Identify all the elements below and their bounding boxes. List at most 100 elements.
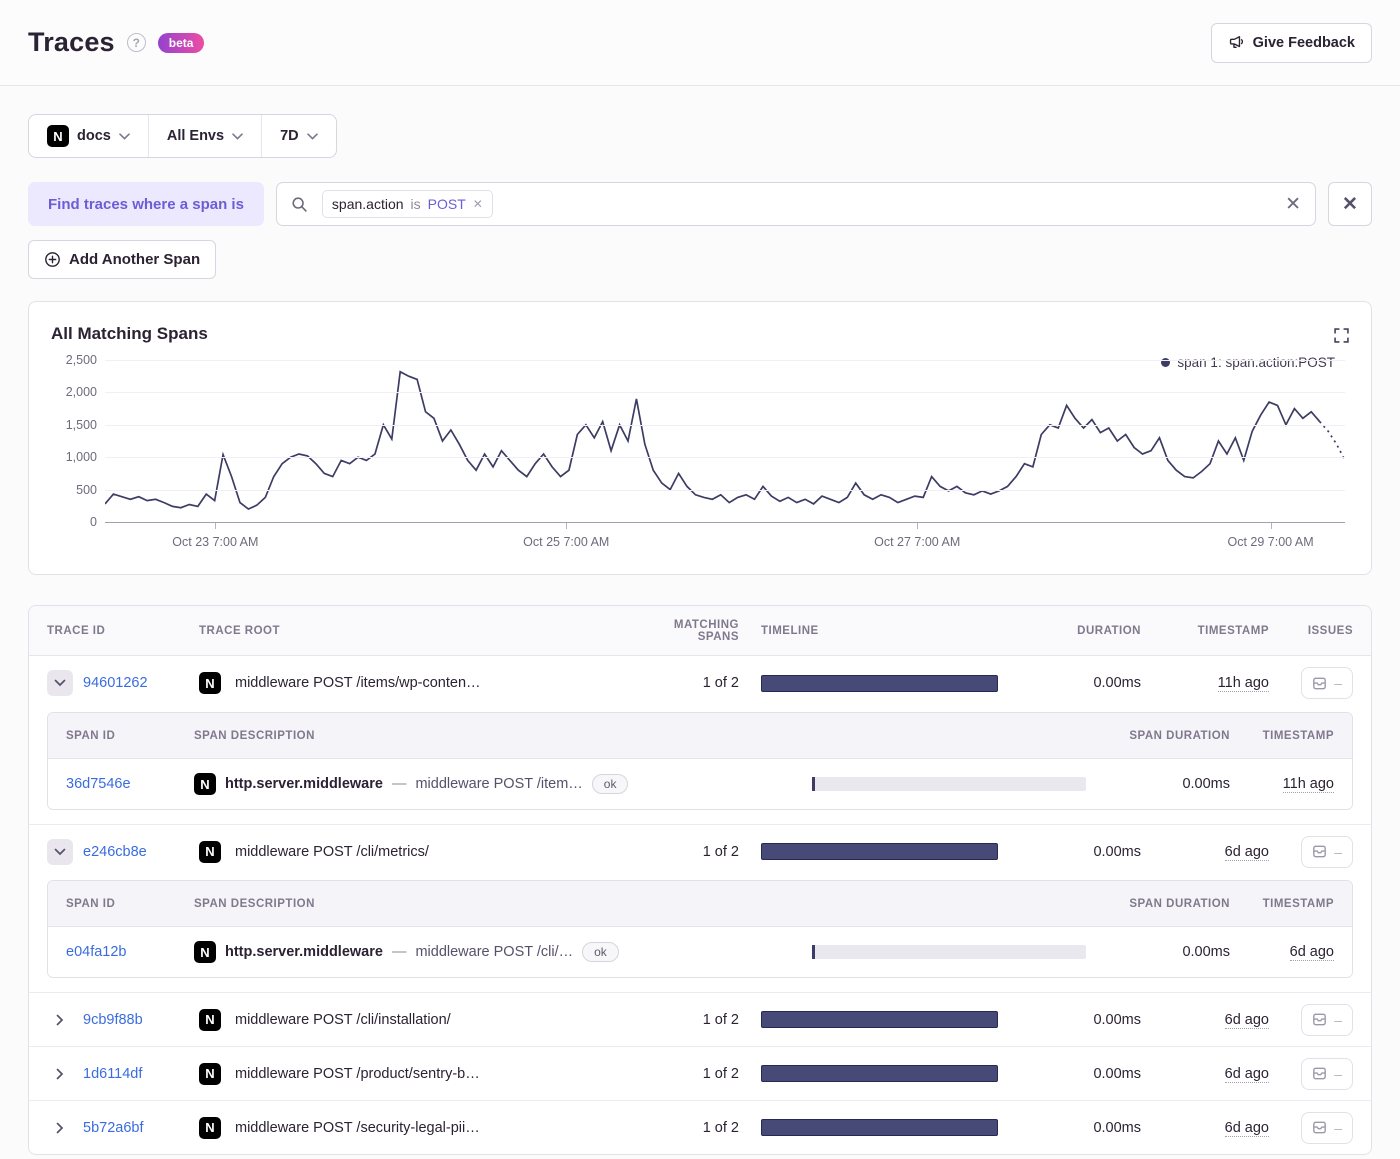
environment-filter-value: All Envs [166, 128, 225, 144]
issues-button[interactable]: – [1301, 1003, 1353, 1036]
duration-value: 0.00ms [1093, 675, 1141, 691]
y-tick-label: 1,500 [65, 417, 97, 432]
span-timestamp-link[interactable]: 11h ago [1282, 776, 1334, 793]
span-timeline-bar [812, 777, 1086, 791]
table-row: 9cb9f88b N middleware POST /cli/installa… [29, 992, 1371, 1046]
span-search-input[interactable]: span.action is POST ✕ ✕ [275, 182, 1316, 226]
issues-icon [1312, 676, 1327, 691]
expand-chevron-button[interactable] [47, 670, 73, 696]
table-row: 5b72a6bf N middleware POST /security-leg… [29, 1100, 1371, 1154]
chart-plot-area [105, 360, 1345, 522]
issues-icon [1312, 1120, 1327, 1135]
span-duration-value: 0.00ms [1182, 944, 1230, 960]
gridline [105, 457, 1345, 459]
all-matching-spans-panel: All Matching Spans span 1: span.action:P… [28, 301, 1372, 575]
expand-chevron-button[interactable] [47, 1115, 73, 1141]
issues-button[interactable]: – [1301, 1057, 1353, 1090]
issues-button[interactable]: – [1301, 835, 1353, 868]
delete-span-row-button[interactable]: ✕ [1328, 182, 1372, 226]
x-tick [917, 523, 919, 529]
timeline-bar [761, 1011, 998, 1028]
issues-icon [1312, 1066, 1327, 1081]
col-duration: DURATION [1077, 624, 1141, 637]
issues-button[interactable]: – [1301, 1111, 1353, 1144]
timestamp-link[interactable]: 6d ago [1224, 843, 1269, 861]
trace-id-link[interactable]: 9cb9f88b [83, 1012, 143, 1028]
token-value: POST [427, 196, 466, 212]
span-row: 36d7546e N http.server.middleware — midd… [48, 759, 1352, 809]
search-token-span-action[interactable]: span.action is POST ✕ [321, 190, 493, 218]
span-operation-label: http.server.middleware [225, 944, 383, 960]
nextjs-icon: N [199, 672, 221, 694]
trace-id-link[interactable]: 94601262 [83, 675, 148, 691]
chevron-down-icon [232, 132, 243, 140]
table-row: 1d6114df N middleware POST /product/sent… [29, 1046, 1371, 1100]
y-tick-label: 0 [90, 515, 97, 529]
help-icon[interactable]: ? [126, 33, 146, 52]
timestamp-link[interactable]: 6d ago [1224, 1065, 1269, 1083]
date-range-filter[interactable]: 7D [261, 115, 336, 157]
span-duration-value: 0.00ms [1182, 776, 1230, 792]
megaphone-icon [1228, 34, 1245, 51]
table-row: e246cb8e N middleware POST /cli/metrics/… [29, 824, 1371, 878]
spans-subtable-body: e04fa12b N http.server.middleware — midd… [48, 927, 1352, 977]
nextjs-icon: N [47, 125, 69, 147]
matching-spans-count: 1 of 2 [702, 1011, 739, 1028]
token-remove-icon[interactable]: ✕ [473, 197, 483, 211]
traces-table-body: 94601262 N middleware POST /items/wp-con… [29, 656, 1371, 1154]
col-span-description: SPAN DESCRIPTION [194, 729, 315, 742]
search-clear-icon[interactable]: ✕ [1285, 195, 1301, 214]
add-another-span-button[interactable]: Add Another Span [28, 240, 217, 279]
y-tick-label: 500 [76, 482, 97, 497]
col-matching-spans: MATCHING SPANS [673, 618, 739, 643]
expand-chevron-button[interactable] [47, 838, 73, 865]
issues-placeholder: – [1334, 1011, 1342, 1028]
nextjs-icon: N [194, 941, 216, 963]
project-filter[interactable]: N docs [29, 115, 148, 157]
fullscreen-icon[interactable] [1334, 328, 1349, 343]
issues-button[interactable]: – [1301, 667, 1353, 699]
add-another-span-label: Add Another Span [69, 251, 201, 268]
trace-id-link[interactable]: 1d6114df [83, 1066, 142, 1082]
gridline [105, 489, 1345, 491]
trace-root-label: middleware POST /product/sentry-b… [235, 1065, 480, 1082]
table-row: 94601262 N middleware POST /items/wp-con… [29, 656, 1371, 710]
x-tick-label: Oct 25 7:00 AM [523, 535, 610, 549]
separator: — [391, 944, 407, 960]
x-tick [215, 523, 217, 529]
nextjs-icon: N [199, 840, 221, 863]
col-issues: ISSUES [1307, 624, 1353, 637]
timestamp-link[interactable]: 6d ago [1224, 1011, 1269, 1029]
timestamp-link[interactable]: 11h ago [1217, 675, 1269, 692]
col-span-description: SPAN DESCRIPTION [194, 897, 315, 910]
spans-subtable-body: 36d7546e N http.server.middleware — midd… [48, 759, 1352, 809]
timestamp-link[interactable]: 6d ago [1224, 1119, 1269, 1137]
timeline-bar [761, 1065, 998, 1082]
span-timestamp-link[interactable]: 6d ago [1289, 944, 1334, 961]
span-row: e04fa12b N http.server.middleware — midd… [48, 927, 1352, 977]
environment-filter[interactable]: All Envs [147, 115, 261, 157]
chart-body: 0 500 1,000 1,500 2,000 2,500 [47, 353, 1345, 529]
col-span-id: SPAN ID [66, 729, 116, 742]
expand-chevron-button[interactable] [47, 1007, 73, 1033]
span-description-label: middleware POST /item… [415, 776, 583, 792]
duration-value: 0.00ms [1093, 1011, 1141, 1028]
give-feedback-button[interactable]: Give Feedback [1210, 22, 1372, 63]
x-tick-label: Oct 29 7:00 AM [1227, 535, 1314, 549]
y-tick-label: 2,000 [65, 385, 97, 400]
date-range-filter-value: 7D [280, 128, 299, 144]
chart-title: All Matching Spans [51, 324, 208, 343]
token-operator: is [410, 196, 421, 212]
find-traces-where-pill[interactable]: Find traces where a span is [28, 182, 264, 226]
span-id-link[interactable]: 36d7546e [66, 776, 131, 792]
col-span-timestamp: TIMESTAMP [1262, 729, 1334, 742]
span-id-link[interactable]: e04fa12b [66, 944, 126, 960]
give-feedback-label: Give Feedback [1252, 34, 1355, 51]
col-trace-id: TRACE ID [47, 624, 106, 637]
duration-value: 0.00ms [1093, 1065, 1141, 1082]
chevron-down-icon [306, 132, 318, 140]
span-description-label: middleware POST /cli/… [415, 944, 574, 960]
trace-id-link[interactable]: 5b72a6bf [83, 1120, 143, 1136]
expand-chevron-button[interactable] [47, 1061, 73, 1087]
trace-id-link[interactable]: e246cb8e [83, 844, 147, 860]
